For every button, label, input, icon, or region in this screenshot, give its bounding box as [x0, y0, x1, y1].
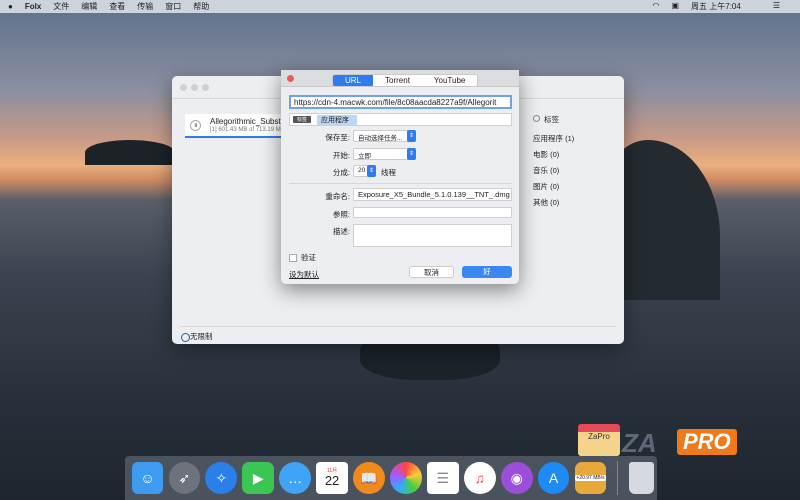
launchpad-icon[interactable]: ➶	[168, 462, 201, 494]
facetime-icon[interactable]: ▶	[242, 462, 275, 494]
minimize-button[interactable]	[191, 84, 198, 91]
tags-header: 标签	[533, 114, 574, 125]
chevron-updown-icon: ⇕	[407, 148, 416, 160]
pause-icon[interactable]: ॥	[190, 120, 201, 131]
speed-limit[interactable]: 无限制	[181, 331, 213, 342]
speed-badge: +20.97 MB/s	[575, 475, 606, 481]
zoom-button[interactable]	[202, 84, 209, 91]
clock[interactable]: 周五 上午7:04	[691, 1, 741, 12]
zapro-watermark: ZaPro ZA PRO	[578, 424, 758, 460]
tag-other[interactable]: 其他 (0)	[533, 197, 574, 208]
watermark-pro: PRO	[677, 429, 737, 455]
folx-status-icon[interactable]: ▣	[671, 1, 679, 12]
tag-applications[interactable]: 应用程序 (1)	[533, 133, 574, 144]
download-item[interactable]: ॥ Allegorithmic_Substa [1] 601.43 MB of …	[185, 114, 285, 138]
apple-icon[interactable]: ●	[8, 2, 13, 11]
download-progress: [1] 601.43 MB of 713.19 M	[210, 127, 281, 133]
ok-button[interactable]: 好	[462, 266, 512, 278]
reminders-icon[interactable]: ☰	[426, 462, 459, 494]
menu-window[interactable]: 窗口	[165, 1, 181, 12]
zapro-shop-logo: ZaPro	[578, 424, 620, 456]
folx-dock-icon[interactable]: +20.97 MB/s	[574, 462, 607, 494]
trash-icon[interactable]	[628, 462, 655, 494]
finder-icon[interactable]: ☺	[131, 462, 164, 494]
menu-view[interactable]: 查看	[109, 1, 125, 12]
threads-label: 线程	[381, 168, 396, 177]
auth-checkbox[interactable]: 验证	[289, 252, 316, 263]
threads-select[interactable]: 20 ⇕	[353, 165, 376, 177]
tag-field[interactable]: 标签 应用程序	[289, 113, 512, 126]
notification-center-icon[interactable]: ☰	[773, 1, 780, 12]
chevron-updown-icon: ⇕	[367, 165, 376, 177]
menu-file[interactable]: 文件	[53, 1, 69, 12]
source-tabs: URL Torrent YouTube	[332, 74, 479, 87]
tag-token[interactable]: 应用程序	[317, 115, 357, 125]
menu-app[interactable]: Folx	[25, 2, 41, 11]
save-label: 保存至:	[325, 133, 350, 142]
rename-input[interactable]: Exposure_X5_Bundle_5.1.0.139__TNT_.dmg	[353, 188, 512, 201]
menu-edit[interactable]: 编辑	[81, 1, 97, 12]
download-name: Allegorithmic_Substa	[210, 117, 286, 126]
tab-url[interactable]: URL	[333, 75, 374, 86]
chevron-updown-icon: ⇕	[407, 130, 416, 142]
speedometer-icon	[181, 332, 190, 342]
tag-pictures[interactable]: 图片 (0)	[533, 181, 574, 192]
start-label: 开始:	[332, 151, 350, 160]
photos-icon[interactable]	[390, 462, 422, 494]
app-store-icon[interactable]: A	[537, 462, 570, 494]
radio-icon[interactable]	[533, 115, 540, 122]
watermark-za: ZA	[622, 428, 657, 458]
messages-icon[interactable]: …	[279, 462, 312, 494]
podcasts-icon[interactable]: ◉	[500, 462, 533, 494]
set-default-link[interactable]: 设为默认	[289, 269, 319, 280]
split-label: 分成:	[332, 168, 350, 177]
close-button[interactable]	[180, 84, 187, 91]
calendar-icon[interactable]: 11月 22	[316, 462, 348, 494]
safari-icon[interactable]: ✧	[205, 462, 238, 494]
cancel-button[interactable]: 取消	[409, 266, 454, 278]
tab-torrent[interactable]: Torrent	[373, 75, 422, 86]
rename-label: 重命名:	[325, 192, 350, 201]
description-label: 描述:	[332, 227, 350, 236]
music-icon[interactable]: ♫	[463, 462, 496, 494]
start-select[interactable]: 立即 ⇕	[353, 148, 416, 160]
menu-help[interactable]: 帮助	[193, 1, 209, 12]
menu-bar: ● Folx 文件 编辑 查看 传输 窗口 帮助 ◠ ▣ 周五 上午7:04 ☰	[0, 0, 800, 13]
url-input[interactable]: https://cdn-4.macwk.com/file/8c08aacda82…	[289, 95, 512, 109]
description-input[interactable]	[353, 224, 512, 247]
books-icon[interactable]: 📖	[353, 462, 385, 494]
menu-transfer[interactable]: 传输	[137, 1, 153, 12]
save-location-select[interactable]: 自动选择任务... ⇕	[353, 130, 416, 142]
tab-youtube[interactable]: YouTube	[422, 75, 477, 86]
referer-label: 参照:	[332, 210, 350, 219]
mountain	[85, 140, 175, 165]
tag-movies[interactable]: 电影 (0)	[533, 149, 574, 160]
referer-input[interactable]	[353, 207, 512, 218]
tag-badge: 标签	[293, 116, 312, 123]
dock: ☺ ➶ ✧ ▶ … 11月 22 📖 ☰ ♫ ◉ A +20.97 MB/s	[125, 456, 657, 500]
tag-music[interactable]: 音乐 (0)	[533, 165, 574, 176]
add-download-dialog: URL Torrent YouTube https://cdn-4.macwk.…	[281, 70, 519, 284]
close-button[interactable]	[287, 75, 294, 82]
wifi-icon[interactable]: ◠	[652, 1, 659, 12]
